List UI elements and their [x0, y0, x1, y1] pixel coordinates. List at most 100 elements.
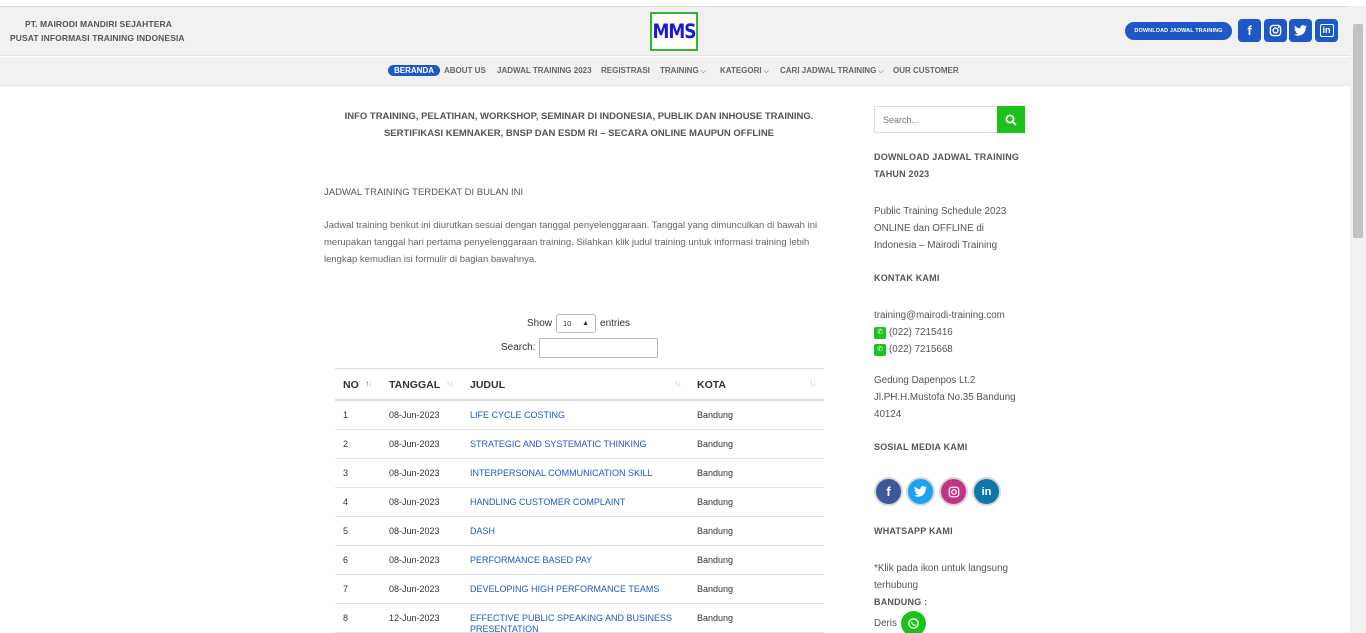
phone-number: (022) 7215416: [889, 327, 953, 338]
social-widget-title: SOSIAL MEDIA KAMI: [874, 442, 968, 452]
cell-date: 08-Jun-2023: [389, 526, 440, 536]
cell-title-link[interactable]: HANDLING CUSTOMER COMPLAINT: [470, 497, 680, 508]
entries-select-value: 10: [563, 319, 572, 328]
chevron-down-icon: ⌵: [700, 68, 706, 75]
cell-no: 3: [343, 468, 349, 478]
cell-city: Bandung: [697, 555, 734, 565]
nav-training[interactable]: TRAINING ⌵: [660, 66, 706, 76]
table-search-input[interactable]: [539, 338, 658, 358]
phone-line-1[interactable]: ✆ (022) 7215416: [874, 324, 1034, 341]
site-logo[interactable]: MMS: [650, 12, 698, 51]
cell-date: 08-Jun-2023: [389, 555, 440, 565]
cell-title-link[interactable]: INTERPERSONAL COMMUNICATION SKILL: [470, 468, 680, 479]
whatsapp-widget-title: WHATSAPP KAMI: [874, 526, 953, 536]
headline-line1: INFO TRAINING, PELATIHAN, WORKSHOP, SEMI…: [344, 111, 814, 122]
cell-date: 08-Jun-2023: [389, 410, 440, 420]
cell-title-link[interactable]: LIFE CYCLE COSTING: [470, 410, 680, 421]
linkedin-icon[interactable]: in: [972, 477, 1001, 506]
contact-email[interactable]: training@mairodi-training.com: [874, 307, 1034, 324]
cell-date: 08-Jun-2023: [389, 468, 440, 478]
search-button[interactable]: [997, 106, 1025, 133]
cell-city: Bandung: [697, 410, 734, 420]
search-icon: [1005, 114, 1017, 126]
cell-city: Bandung: [697, 613, 734, 623]
whatsapp-note: *Klik pada ikon untuk langsung terhubung: [874, 563, 1008, 591]
cell-date: 08-Jun-2023: [389, 584, 440, 594]
table-row: 1 08-Jun-2023 LIFE CYCLE COSTING Bandung: [335, 401, 824, 430]
cell-title-link[interactable]: STRATEGIC AND SYSTEMATIC THINKING: [470, 439, 680, 450]
nav-training-label: TRAINING: [660, 66, 699, 75]
table-row: 7 08-Jun-2023 DEVELOPING HIGH PERFORMANCE …: [335, 575, 824, 604]
cell-city: Bandung: [697, 468, 734, 478]
sort-icon[interactable]: ↑↓: [674, 379, 681, 388]
cell-title-link[interactable]: PERFORMANCE BASED PAY: [470, 555, 680, 566]
instagram-icon[interactable]: [1264, 19, 1287, 42]
nav-about[interactable]: ABOUT US: [444, 66, 486, 75]
cell-city: Bandung: [697, 439, 734, 449]
facebook-icon[interactable]: f: [874, 477, 903, 506]
phone-number: (022) 7215668: [889, 344, 953, 355]
phone-line-2[interactable]: ✆ (022) 7215668: [874, 341, 1034, 358]
nav-kategori-label: KATEGORI: [720, 66, 762, 75]
sort-icon[interactable]: ↑↓: [365, 379, 372, 388]
sidebar-search-input[interactable]: Search...: [874, 106, 998, 133]
col-judul[interactable]: JUDUL: [470, 379, 505, 391]
sort-icon[interactable]: ↑↓: [809, 379, 816, 388]
cell-no: 6: [343, 555, 349, 565]
table-row: 5 08-Jun-2023 DASH Bandung: [335, 517, 824, 546]
page-headline: INFO TRAINING, PELATIHAN, WORKSHOP, SEMI…: [324, 108, 834, 142]
phone-icon: ✆: [874, 326, 886, 339]
nav-beranda[interactable]: BERANDA: [388, 65, 440, 76]
contact-address: Gedung Dapenpos Lt.2 Jl.PH.H.Mustofa No.…: [874, 375, 1016, 420]
cell-no: 8: [343, 613, 349, 623]
col-no[interactable]: NO: [343, 379, 359, 391]
cell-title-link[interactable]: DASH: [470, 526, 680, 537]
nav-cari[interactable]: CARI JADWAL TRAINING ⌵: [780, 66, 884, 76]
table-row: 4 08-Jun-2023 HANDLING CUSTOMER COMPLAINT B…: [335, 488, 824, 517]
twitter-icon[interactable]: [906, 477, 935, 506]
nav-registrasi[interactable]: REGISTRASI: [601, 66, 650, 75]
facebook-icon[interactable]: f: [1238, 19, 1261, 42]
cell-city: Bandung: [697, 526, 734, 536]
cell-date: 12-Jun-2023: [389, 613, 440, 623]
whatsapp-icon[interactable]: [901, 611, 926, 633]
twitter-icon[interactable]: [1289, 19, 1312, 42]
logo-text: MMS: [652, 20, 696, 43]
cell-title-link[interactable]: EFFECTIVE PUBLIC SPEAKING AND BUSINESS P…: [470, 613, 680, 633]
linkedin-icon[interactable]: in: [1315, 19, 1338, 42]
entries-select[interactable]: 10 ▲: [556, 314, 597, 333]
download-widget-link[interactable]: Public Training Schedule 2023 ONLINE dan…: [874, 203, 1024, 254]
scrollbar-thumb[interactable]: [1353, 24, 1363, 238]
nav-customer[interactable]: OUR CUSTOMER: [893, 66, 959, 75]
cell-no: 7: [343, 584, 349, 594]
download-widget-title: DOWNLOAD JADWAL TRAINING TAHUN 2023: [874, 152, 1020, 179]
section-title: JADWAL TRAINING TERDEKAT DI BULAN INI: [324, 187, 524, 198]
col-kota[interactable]: KOTA: [697, 379, 726, 391]
nav-cari-label: CARI JADWAL TRAINING: [780, 66, 877, 75]
company-tagline: PUSAT INFORMASI TRAINING INDONESIA: [10, 33, 185, 43]
cell-no: 4: [343, 497, 349, 507]
table-row: 3 08-Jun-2023 INTERPERSONAL COMMUNICATION …: [335, 459, 824, 488]
sort-icon[interactable]: ↑↓: [446, 379, 453, 388]
cell-date: 08-Jun-2023: [389, 497, 440, 507]
contact-widget-title: KONTAK KAMI: [874, 273, 940, 283]
main-nav: BERANDA ABOUT US JADWAL TRAINING 2023 RE…: [0, 57, 1350, 86]
training-table: NO ↑↓ TANGGAL ↑↓ JUDUL ↑↓ KOTA ↑↓ 1 08-Ju…: [335, 368, 824, 633]
entries-label: entries: [600, 318, 631, 329]
table-row: 8 12-Jun-2023 EFFECTIVE PUBLIC SPEAKING AN…: [335, 604, 824, 633]
nav-kategori[interactable]: KATEGORI ⌵: [720, 66, 769, 76]
cell-city: Bandung: [697, 497, 734, 507]
instagram-icon[interactable]: [939, 477, 968, 506]
cell-title-link[interactable]: DEVELOPING HIGH PERFORMANCE TEAMS: [470, 584, 680, 595]
download-schedule-button[interactable]: DOWNLOAD JADWAL TRAINING: [1125, 22, 1232, 40]
contact-name: Deris: [874, 618, 897, 629]
col-tanggal[interactable]: TANGGAL: [389, 379, 440, 391]
nav-jadwal[interactable]: JADWAL TRAINING 2023: [497, 66, 592, 75]
cell-no: 1: [343, 410, 349, 420]
scrollbar[interactable]: [1350, 6, 1366, 633]
site-header: PT. MAIRODI MANDIRI SEJAHTERA PUSAT INFO…: [0, 6, 1350, 56]
entries-control: Show 10 ▲ entries: [527, 314, 630, 333]
contact-details: training@mairodi-training.com ✆ (022) 721…: [874, 307, 1034, 358]
select-arrows-icon: ▲: [582, 320, 590, 327]
linkedin-glyph: in: [1319, 24, 1334, 37]
